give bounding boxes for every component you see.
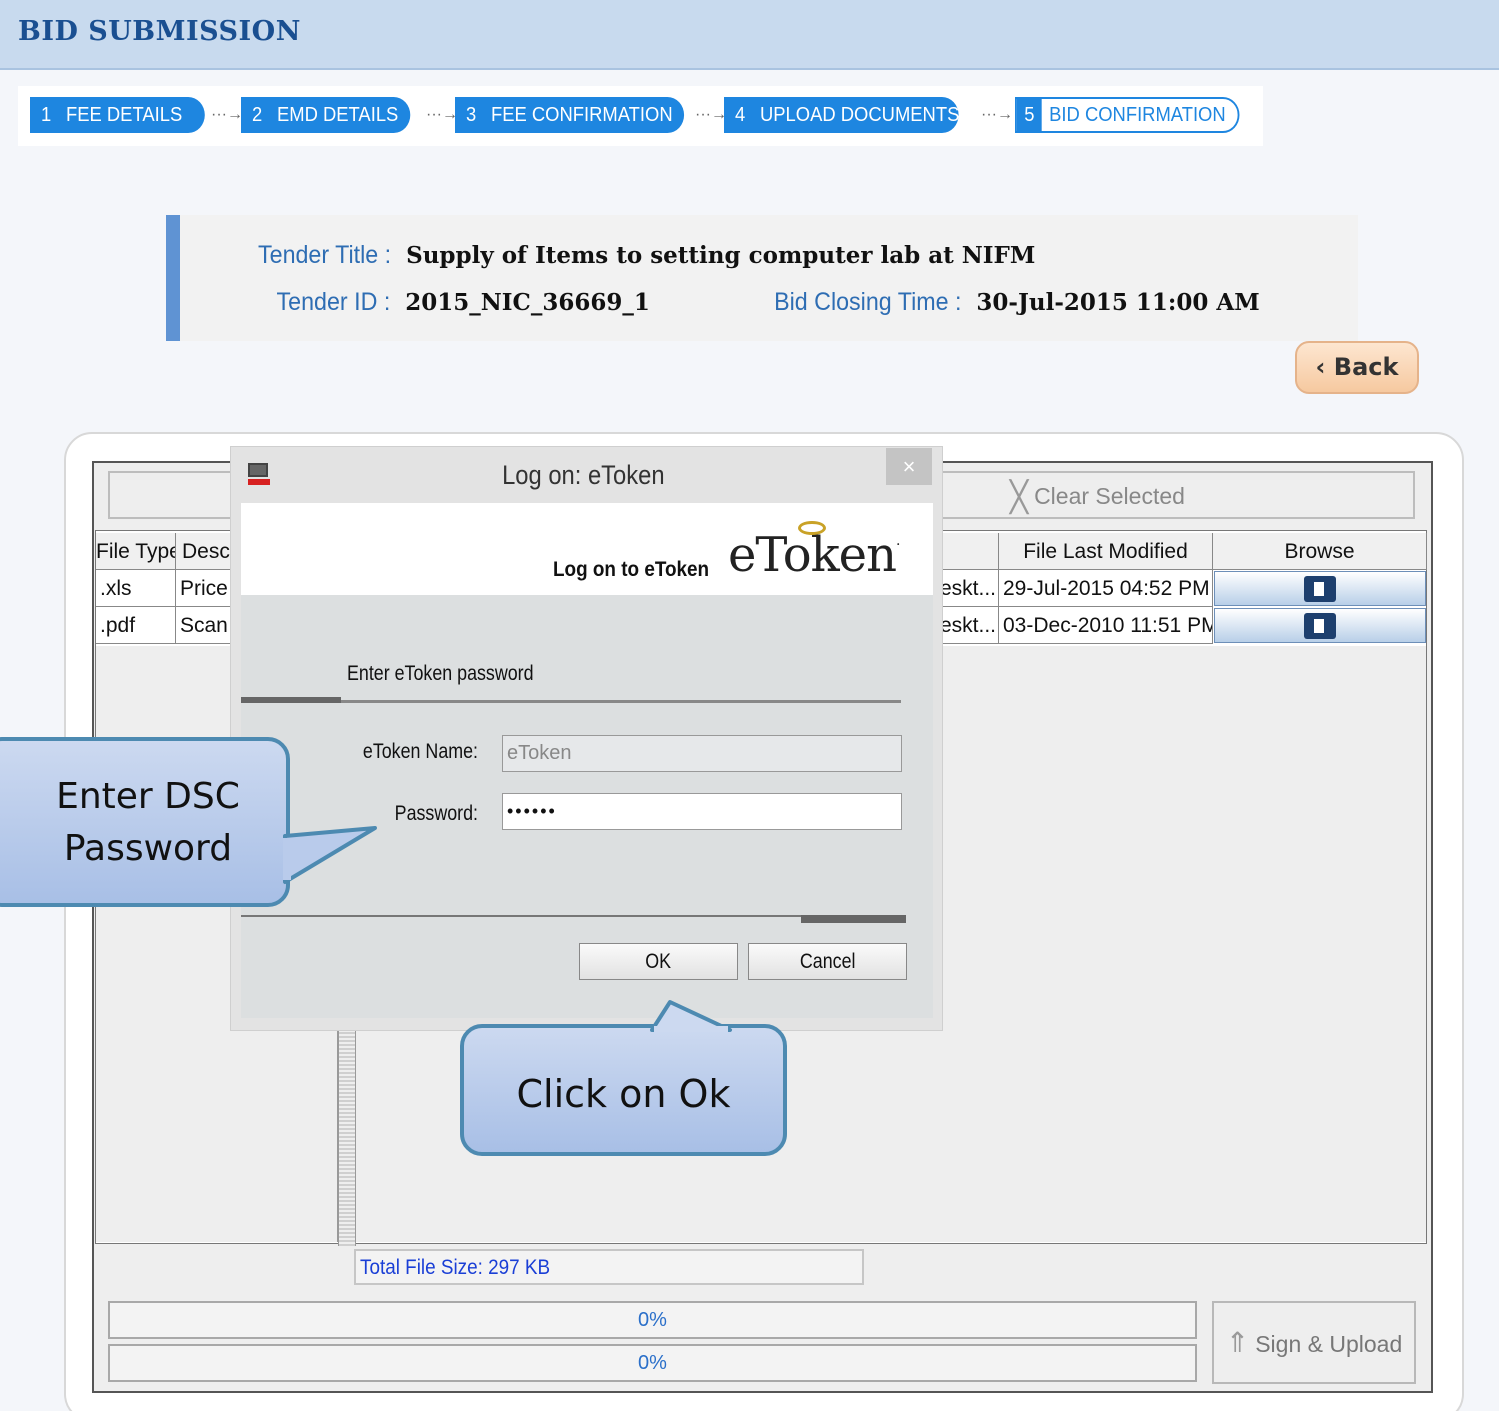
- tender-title-row: Tender Title : Supply of Items to settin…: [248, 241, 1035, 270]
- step-arrow-icon: ···→: [981, 106, 1013, 123]
- etoken-name-field[interactable]: [502, 735, 902, 772]
- etoken-logo: eToken·: [728, 521, 901, 583]
- step-upload-documents[interactable]: 4 UPLOAD DOCUMENTS: [724, 97, 959, 133]
- banner-text: Log on to eToken: [553, 558, 710, 581]
- column-header-description[interactable]: Desc: [176, 533, 236, 570]
- step-progress-bar: 1 FEE DETAILS ···→ 2 EMD DETAILS ···→ 3 FEE…: [18, 86, 1263, 146]
- logo-halo-icon: [798, 521, 826, 535]
- password-field[interactable]: ••••••: [502, 793, 902, 830]
- step-fee-details[interactable]: 1 FEE DETAILS: [30, 97, 205, 133]
- clear-selected-button[interactable]: ╳ Clear Selected: [1010, 480, 1185, 515]
- bid-closing-row: Bid Closing Time : 30-Jul-2015 11:00 AM: [760, 288, 1260, 317]
- step-bid-confirmation[interactable]: 5 BID CONFIRMATION: [1015, 97, 1240, 133]
- bid-closing-label: Bid Closing Time :: [774, 288, 962, 316]
- tender-title-label: Tender Title :: [258, 241, 392, 269]
- total-file-size: Total File Size: 297 KB: [354, 1249, 864, 1285]
- divider: [241, 915, 906, 923]
- tender-id-row: Tender ID : 2015_NIC_36669_1: [268, 288, 650, 317]
- browse-button[interactable]: [1214, 571, 1426, 606]
- table-cell-file-type[interactable]: .xls: [96, 570, 176, 607]
- progress-bar: 0%: [108, 1301, 1197, 1339]
- tender-id-value: 2015_NIC_36669_1: [405, 289, 650, 316]
- etoken-name-label: eToken Name:: [362, 740, 478, 763]
- column-header-browse[interactable]: Browse: [1213, 533, 1427, 570]
- page-header: BID SUBMISSION: [0, 0, 1499, 70]
- back-button[interactable]: ‹ Back: [1295, 341, 1419, 394]
- pane-splitter[interactable]: [338, 1030, 356, 1246]
- sign-and-upload-button[interactable]: ⇑ Sign & Upload: [1212, 1301, 1416, 1384]
- callout-enter-dsc-password: Enter DSC Password: [0, 737, 290, 907]
- column-header-file-type[interactable]: File Type: [96, 533, 176, 570]
- callout-pointer: [283, 826, 377, 884]
- page-title: BID SUBMISSION: [18, 16, 301, 47]
- callout-click-on-ok: Click on Ok: [460, 1024, 787, 1156]
- bid-closing-value: 30-Jul-2015 11:00 AM: [976, 289, 1260, 316]
- callout-pointer: [650, 1000, 732, 1032]
- upload-icon: ⇑: [1225, 1327, 1250, 1358]
- browse-button[interactable]: [1214, 608, 1426, 643]
- step-arrow-icon: ···→: [211, 106, 243, 123]
- column-header-file-last-modified[interactable]: File Last Modified: [999, 533, 1213, 570]
- folder-icon: [1304, 576, 1336, 602]
- ok-button[interactable]: OK: [579, 943, 738, 980]
- table-cell-modified: 03-Dec-2010 11:51 PM: [999, 607, 1213, 644]
- tender-title-value: Supply of Items to setting computer lab …: [406, 242, 1036, 269]
- cancel-button[interactable]: Cancel: [748, 943, 907, 980]
- table-cell-path[interactable]: eskt...: [940, 607, 999, 644]
- dialog-close-button[interactable]: ×: [886, 448, 932, 485]
- step-arrow-icon: ···→: [695, 106, 727, 123]
- chevron-left-icon: ‹: [1315, 353, 1326, 381]
- progress-bar: 0%: [108, 1344, 1197, 1382]
- step-fee-confirmation[interactable]: 3 FEE CONFIRMATION: [455, 97, 685, 133]
- column-header-path[interactable]: [940, 533, 999, 570]
- table-cell-file-type[interactable]: .pdf: [96, 607, 176, 644]
- table-cell-path[interactable]: eskt...: [940, 570, 999, 607]
- step-arrow-icon: ···→: [426, 106, 458, 123]
- close-icon: ╳: [1010, 481, 1029, 514]
- folder-icon: [1304, 613, 1336, 639]
- divider: [241, 697, 901, 703]
- enter-password-label: Enter eToken password: [347, 662, 534, 685]
- tender-id-label: Tender ID :: [276, 288, 391, 316]
- table-cell-description[interactable]: Scan c: [176, 607, 236, 644]
- step-emd-details[interactable]: 2 EMD DETAILS: [241, 97, 411, 133]
- table-cell-description[interactable]: Price E: [176, 570, 236, 607]
- dialog-title: Log on: eToken: [501, 460, 665, 490]
- table-cell-modified: 29-Jul-2015 04:52 PM: [999, 570, 1213, 607]
- tender-info-panel: Tender Title : Supply of Items to settin…: [166, 215, 1358, 341]
